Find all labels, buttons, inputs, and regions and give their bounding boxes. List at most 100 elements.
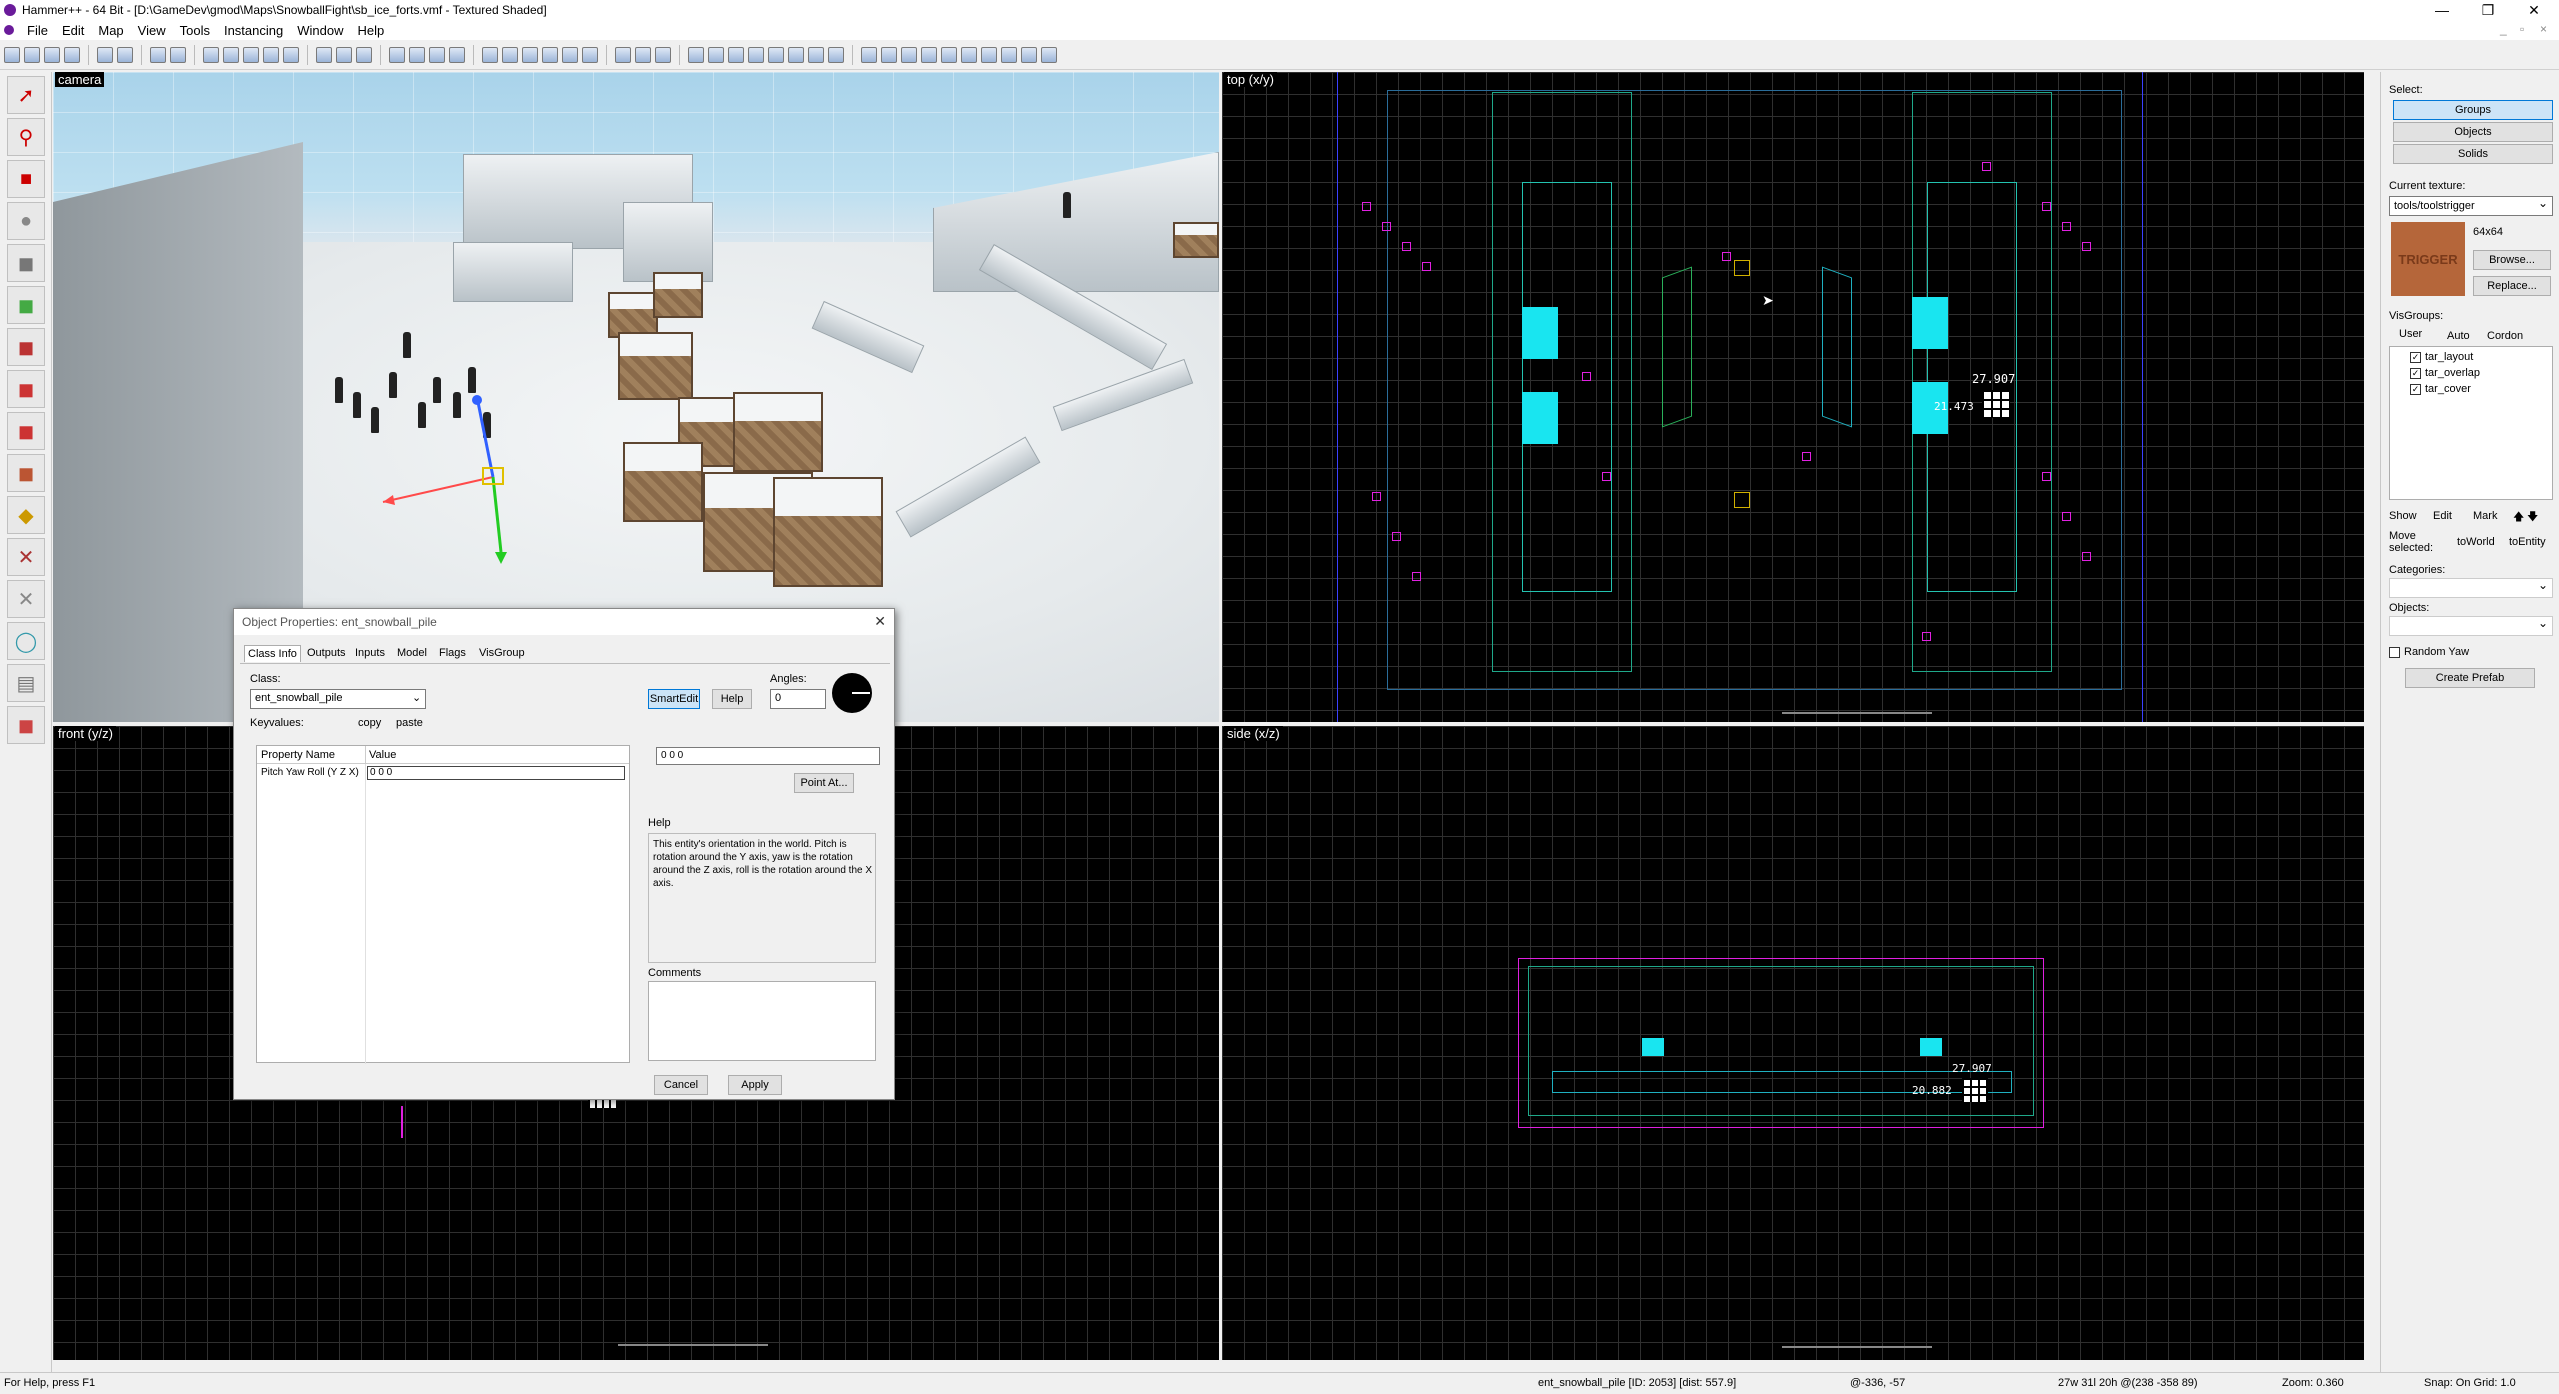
menu-map[interactable]: Map xyxy=(91,23,130,38)
grid-toggle-icon[interactable] xyxy=(4,46,20,63)
magnify-tool[interactable]: ⚲ xyxy=(7,118,45,156)
browse-button[interactable]: Browse... xyxy=(2473,250,2551,270)
clip-icon[interactable] xyxy=(582,46,598,63)
align-left-icon[interactable] xyxy=(389,46,405,63)
move-down-icon[interactable]: 🡇 xyxy=(2527,508,2538,527)
value-input[interactable]: 0 0 0 xyxy=(656,747,880,765)
top-viewport[interactable]: top (x/y) 27.907 21.473 ➤ xyxy=(1222,72,2364,722)
categories-combo[interactable] xyxy=(2389,576,2553,598)
align-right-icon[interactable] xyxy=(409,46,425,63)
overlay-icon[interactable] xyxy=(941,46,957,63)
mark-button[interactable]: Mark xyxy=(2473,510,2497,522)
prefab-tool[interactable]: ◼ xyxy=(7,706,45,744)
path-tool[interactable]: ✕ xyxy=(7,538,45,576)
maximize-button[interactable]: ❐ xyxy=(2465,0,2511,20)
decal-icon[interactable] xyxy=(961,46,977,63)
chevron-down-icon[interactable]: ⌄ xyxy=(412,691,421,704)
comments-textarea[interactable] xyxy=(648,981,876,1061)
tab-visgroup[interactable]: VisGroup xyxy=(476,645,528,661)
redo-icon[interactable] xyxy=(170,46,186,63)
to-world-button[interactable]: toWorld xyxy=(2457,536,2495,548)
property-value[interactable]: 0 0 0 xyxy=(367,766,625,780)
checkbox-unchecked-icon[interactable] xyxy=(2389,646,2400,658)
menu-instancing[interactable]: Instancing xyxy=(217,23,290,38)
tab-outputs[interactable]: Outputs xyxy=(304,645,349,661)
compile-icon[interactable] xyxy=(688,46,704,63)
side-viewport[interactable]: side (x/z) 27.907 20.882 xyxy=(1222,726,2364,1360)
clipping-tool[interactable]: ◼ xyxy=(7,454,45,492)
camera-icon[interactable] xyxy=(901,46,917,63)
horizontal-scrollbar[interactable] xyxy=(1782,712,1932,714)
menu-view[interactable]: View xyxy=(131,23,173,38)
tab-inputs[interactable]: Inputs xyxy=(352,645,388,661)
class-combo[interactable]: ent_snowball_pile xyxy=(250,689,426,709)
apply-texture-tool[interactable]: ◼ xyxy=(7,328,45,366)
copy-icon[interactable] xyxy=(336,46,352,63)
displacement-icon[interactable] xyxy=(615,46,631,63)
hide-selected-icon[interactable] xyxy=(203,46,219,63)
tab-model[interactable]: Model xyxy=(394,645,430,661)
minimize-button[interactable]: — xyxy=(2419,0,2465,20)
selection-handle[interactable] xyxy=(1962,1078,1988,1102)
to-entity-button[interactable]: toEntity xyxy=(2509,536,2546,548)
3d-grid-icon[interactable] xyxy=(24,46,40,63)
menu-window[interactable]: Window xyxy=(290,23,350,38)
prefab-icon[interactable] xyxy=(1021,46,1037,63)
select-icon[interactable] xyxy=(861,46,877,63)
column-header-property[interactable]: Property Name xyxy=(261,749,335,761)
random-yaw-checkbox[interactable]: Random Yaw xyxy=(2389,646,2469,658)
flip-vertical-icon[interactable] xyxy=(562,46,578,63)
table-row[interactable]: Pitch Yaw Roll (Y Z X) 0 0 0 xyxy=(257,766,629,782)
current-texture-combo[interactable]: tools/toolstrigger xyxy=(2389,194,2553,216)
selection-tool[interactable]: ➚ xyxy=(7,76,45,114)
paste-icon[interactable] xyxy=(356,46,372,63)
check-problems-icon[interactable] xyxy=(748,46,764,63)
selected-entity-side[interactable] xyxy=(1642,1038,1664,1056)
paste-button[interactable]: paste xyxy=(396,717,423,729)
close-button[interactable]: ✕ xyxy=(2511,0,2557,20)
selected-entity-side[interactable] xyxy=(1920,1038,1942,1056)
path-icon[interactable] xyxy=(635,46,651,63)
selected-entity-right-upper[interactable] xyxy=(1912,297,1948,349)
cut-icon[interactable] xyxy=(316,46,332,63)
globe-icon[interactable] xyxy=(788,46,804,63)
model-browser-icon[interactable] xyxy=(828,46,844,63)
flip-horizontal-icon[interactable] xyxy=(542,46,558,63)
align-top-icon[interactable] xyxy=(429,46,445,63)
brush-icon[interactable] xyxy=(655,46,671,63)
instance-icon[interactable] xyxy=(1041,46,1057,63)
smartedit-button[interactable]: SmartEdit xyxy=(648,689,700,709)
entity-report-icon[interactable] xyxy=(728,46,744,63)
menu-edit[interactable]: Edit xyxy=(55,23,91,38)
overlay-tool[interactable]: ◼ xyxy=(7,412,45,450)
entity-icon[interactable] xyxy=(921,46,937,63)
cordon-tool[interactable]: ▤ xyxy=(7,664,45,702)
tab-flags[interactable]: Flags xyxy=(436,645,469,661)
lighting-preview-icon[interactable] xyxy=(808,46,824,63)
menu-file[interactable]: File xyxy=(20,23,55,38)
visgroup-tab-cordon[interactable]: Cordon xyxy=(2487,330,2523,342)
vertex-tool[interactable]: ◆ xyxy=(7,496,45,534)
mdi-close-icon[interactable]: × xyxy=(2540,22,2547,36)
texture-lock-icon[interactable] xyxy=(243,46,259,63)
grid-larger-icon[interactable] xyxy=(64,46,80,63)
replace-button[interactable]: Replace... xyxy=(2473,276,2551,296)
selected-entity-left-lower[interactable] xyxy=(1522,392,1558,444)
angle-dial[interactable] xyxy=(832,673,872,713)
move-up-icon[interactable]: 🡅 xyxy=(2513,508,2524,527)
sound-icon[interactable] xyxy=(981,46,997,63)
checkbox-checked-icon[interactable]: ✓ xyxy=(2410,383,2421,395)
entity-tool[interactable]: ● xyxy=(7,202,45,240)
light-icon[interactable] xyxy=(1001,46,1017,63)
horizontal-scrollbar[interactable] xyxy=(618,1344,768,1346)
grid-smaller-icon[interactable] xyxy=(44,46,60,63)
grid-snap-icon[interactable] xyxy=(881,46,897,63)
texture-application-tool[interactable]: ◼ xyxy=(7,286,45,324)
selection-handle[interactable] xyxy=(1982,390,2010,418)
visgroup-item[interactable]: ✓ tar_layout xyxy=(2410,351,2473,363)
checkbox-checked-icon[interactable]: ✓ xyxy=(2410,367,2421,379)
angles-combo[interactable]: 0 xyxy=(770,689,826,709)
menu-help[interactable]: Help xyxy=(350,23,391,38)
decal-tool[interactable]: ◼ xyxy=(7,370,45,408)
hide-unselected-icon[interactable] xyxy=(223,46,239,63)
